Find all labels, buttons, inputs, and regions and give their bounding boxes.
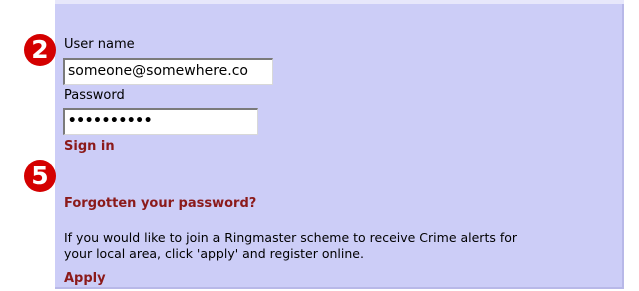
password-label: Password	[64, 88, 125, 103]
login-page: 2 5 User name someone@somewhere.co Passw…	[0, 0, 639, 291]
forgot-password-link[interactable]: Forgotten your password?	[64, 196, 256, 211]
username-input[interactable]: someone@somewhere.co	[63, 58, 273, 85]
panel-top-border	[55, 0, 624, 4]
password-input[interactable]: ••••••••••	[63, 108, 258, 135]
info-line-2: your local area, click 'apply' and regis…	[64, 246, 364, 261]
step-5-badge-icon: 5	[24, 160, 56, 192]
apply-link[interactable]: Apply	[64, 271, 106, 286]
username-label: User name	[64, 37, 135, 52]
step-2-badge-icon: 2	[24, 34, 56, 66]
sign-in-link[interactable]: Sign in	[64, 139, 115, 154]
ringmaster-info-text: If you would like to join a Ringmaster s…	[64, 230, 619, 262]
info-line-1: If you would like to join a Ringmaster s…	[64, 230, 518, 245]
